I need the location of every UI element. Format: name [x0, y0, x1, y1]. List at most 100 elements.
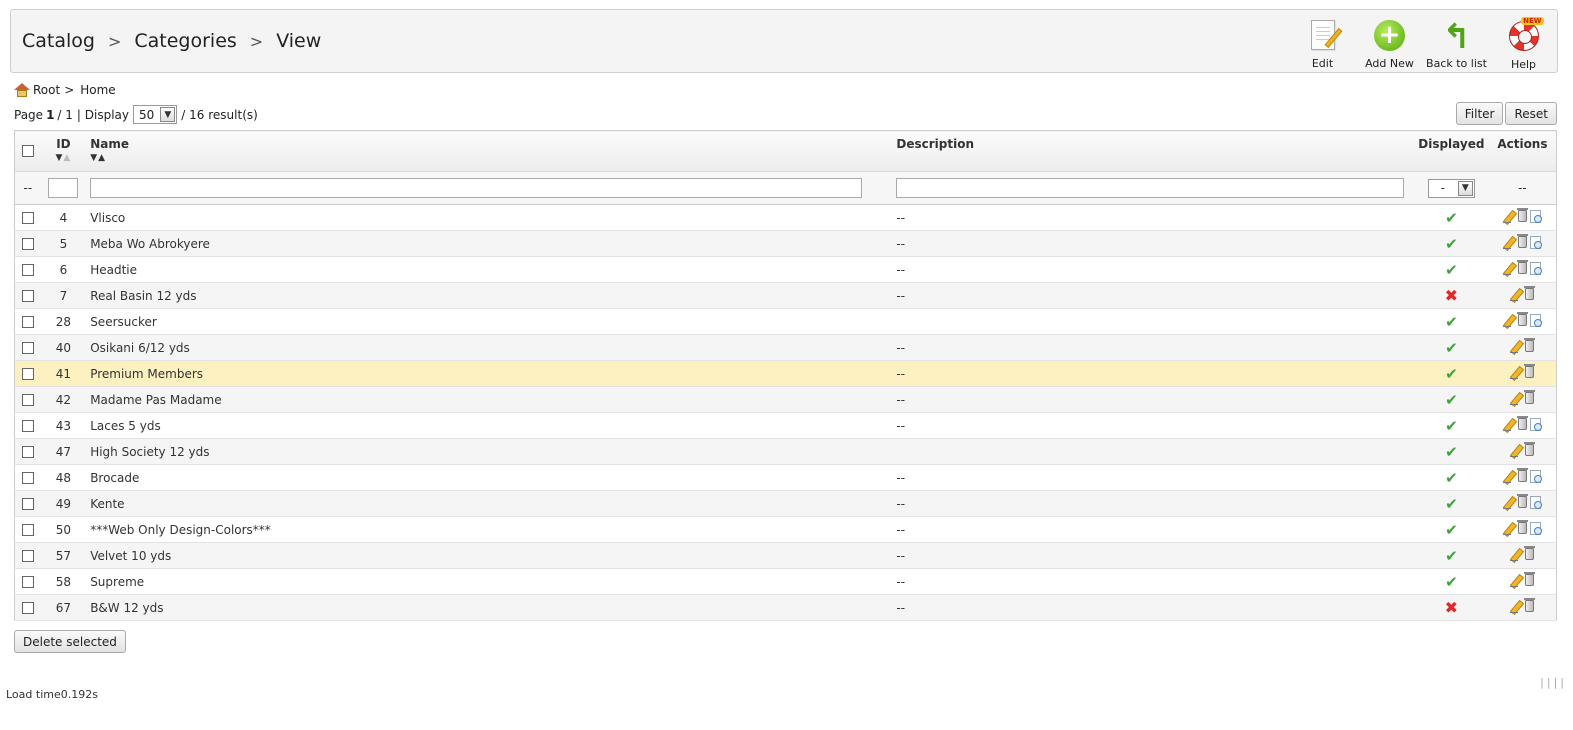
check-icon[interactable]: ✔	[1445, 391, 1458, 409]
row-name[interactable]: Real Basin 12 yds	[86, 282, 893, 309]
delete-icon[interactable]	[1524, 442, 1536, 456]
delete-icon[interactable]	[1517, 312, 1529, 326]
table-row[interactable]: 6 Headtie -- ✔	[14, 256, 1557, 283]
row-checkbox[interactable]	[21, 290, 34, 302]
edit-icon[interactable]	[1503, 262, 1515, 275]
table-row[interactable]: 40 Osikani 6/12 yds -- ✔	[14, 334, 1557, 361]
table-row[interactable]: 42 Madame Pas Madame -- ✔	[14, 386, 1557, 413]
delete-icon[interactable]	[1524, 338, 1536, 352]
row-name[interactable]: ***Web Only Design-Colors***	[86, 516, 893, 543]
delete-icon[interactable]	[1517, 494, 1529, 508]
row-name[interactable]: Meba Wo Abrokyere	[86, 230, 893, 257]
row-name[interactable]: Vlisco	[86, 204, 893, 231]
sort-name-icon[interactable]: ▼▲	[90, 153, 891, 163]
edit-icon[interactable]	[1503, 236, 1515, 249]
edit-icon[interactable]	[1503, 314, 1515, 327]
cross-icon[interactable]: ✖	[1445, 598, 1458, 617]
edit-icon[interactable]	[1503, 418, 1515, 431]
row-checkbox[interactable]	[21, 472, 34, 484]
row-checkbox[interactable]	[21, 238, 34, 250]
displayed-filter-select[interactable]: - ▼	[1427, 178, 1475, 198]
check-icon[interactable]: ✔	[1445, 235, 1458, 253]
sort-id-icon[interactable]: ▼▲	[42, 153, 86, 163]
breadcrumb-categories[interactable]: Categories	[134, 30, 236, 52]
row-name[interactable]: Supreme	[86, 568, 893, 595]
help-button[interactable]: NEW Help	[1490, 17, 1557, 71]
table-row[interactable]: 43 Laces 5 yds -- ✔	[14, 412, 1557, 439]
delete-icon[interactable]	[1517, 234, 1529, 248]
view-icon[interactable]	[1530, 209, 1543, 223]
table-row[interactable]: 28 Seersucker ✔	[14, 308, 1557, 335]
check-icon[interactable]: ✔	[1445, 313, 1458, 331]
row-name[interactable]: Kente	[86, 490, 893, 517]
delete-icon[interactable]	[1517, 468, 1529, 482]
path-root[interactable]: Root	[33, 83, 60, 97]
check-icon[interactable]: ✔	[1445, 339, 1458, 357]
view-icon[interactable]	[1530, 235, 1543, 249]
filter-button[interactable]: Filter	[1455, 102, 1504, 125]
delete-icon[interactable]	[1524, 286, 1536, 300]
row-checkbox[interactable]	[21, 420, 34, 432]
edit-icon[interactable]	[1510, 574, 1522, 587]
row-name[interactable]: Premium Members	[86, 360, 893, 387]
table-row[interactable]: 4 Vlisco -- ✔	[14, 204, 1557, 231]
row-checkbox[interactable]	[21, 446, 34, 458]
row-checkbox[interactable]	[21, 550, 34, 562]
row-name[interactable]: Madame Pas Madame	[86, 386, 893, 413]
cross-icon[interactable]: ✖	[1445, 286, 1458, 305]
row-checkbox[interactable]	[21, 498, 34, 510]
row-checkbox[interactable]	[21, 264, 34, 276]
table-row[interactable]: 49 Kente -- ✔	[14, 490, 1557, 517]
row-checkbox[interactable]	[21, 212, 34, 224]
check-icon[interactable]: ✔	[1445, 365, 1458, 383]
check-icon[interactable]: ✔	[1445, 417, 1458, 435]
view-icon[interactable]	[1530, 469, 1543, 483]
add-new-button[interactable]: + Add New	[1356, 18, 1423, 71]
reset-button[interactable]: Reset	[1505, 102, 1557, 125]
delete-icon[interactable]	[1524, 364, 1536, 378]
delete-icon[interactable]	[1517, 416, 1529, 430]
edit-icon[interactable]	[1503, 522, 1515, 535]
id-filter-input[interactable]	[48, 178, 79, 198]
table-row[interactable]: 58 Supreme -- ✔	[14, 568, 1557, 595]
view-icon[interactable]	[1530, 521, 1543, 535]
delete-icon[interactable]	[1524, 390, 1536, 404]
row-name[interactable]: Velvet 10 yds	[86, 542, 893, 569]
delete-icon[interactable]	[1517, 260, 1529, 274]
row-checkbox[interactable]	[21, 394, 34, 406]
row-name[interactable]: Seersucker	[86, 308, 893, 335]
table-row[interactable]: 57 Velvet 10 yds -- ✔	[14, 542, 1557, 569]
delete-selected-button[interactable]: Delete selected	[14, 630, 126, 653]
back-to-list-button[interactable]: ↰ Back to list	[1423, 18, 1490, 71]
table-row[interactable]: 50 ***Web Only Design-Colors*** -- ✔	[14, 516, 1557, 543]
edit-icon[interactable]	[1503, 210, 1515, 223]
table-row[interactable]: 41 Premium Members -- ✔	[14, 360, 1557, 387]
row-checkbox[interactable]	[21, 524, 34, 536]
table-row[interactable]: 67 B&W 12 yds -- ✖	[14, 594, 1557, 621]
view-icon[interactable]	[1530, 313, 1543, 327]
delete-icon[interactable]	[1517, 520, 1529, 534]
check-icon[interactable]: ✔	[1445, 495, 1458, 513]
row-name[interactable]: B&W 12 yds	[86, 594, 893, 621]
check-icon[interactable]: ✔	[1445, 547, 1458, 565]
per-page-select[interactable]: 50 ▼	[133, 105, 178, 124]
edit-icon[interactable]	[1510, 444, 1522, 457]
row-name[interactable]: Headtie	[86, 256, 893, 283]
row-checkbox[interactable]	[21, 576, 34, 588]
edit-icon[interactable]	[1510, 340, 1522, 353]
select-all-checkbox[interactable]	[21, 145, 34, 157]
table-row[interactable]: 5 Meba Wo Abrokyere -- ✔	[14, 230, 1557, 257]
name-filter-input[interactable]	[90, 178, 863, 198]
edit-icon[interactable]	[1510, 392, 1522, 405]
view-icon[interactable]	[1530, 495, 1543, 509]
view-icon[interactable]	[1530, 417, 1543, 431]
table-row[interactable]: 7 Real Basin 12 yds -- ✖	[14, 282, 1557, 309]
row-checkbox[interactable]	[21, 602, 34, 614]
edit-button[interactable]: Edit	[1289, 18, 1356, 71]
edit-icon[interactable]	[1510, 548, 1522, 561]
edit-icon[interactable]	[1510, 288, 1522, 301]
delete-icon[interactable]	[1524, 598, 1536, 612]
edit-icon[interactable]	[1510, 366, 1522, 379]
check-icon[interactable]: ✔	[1445, 573, 1458, 591]
delete-icon[interactable]	[1524, 546, 1536, 560]
